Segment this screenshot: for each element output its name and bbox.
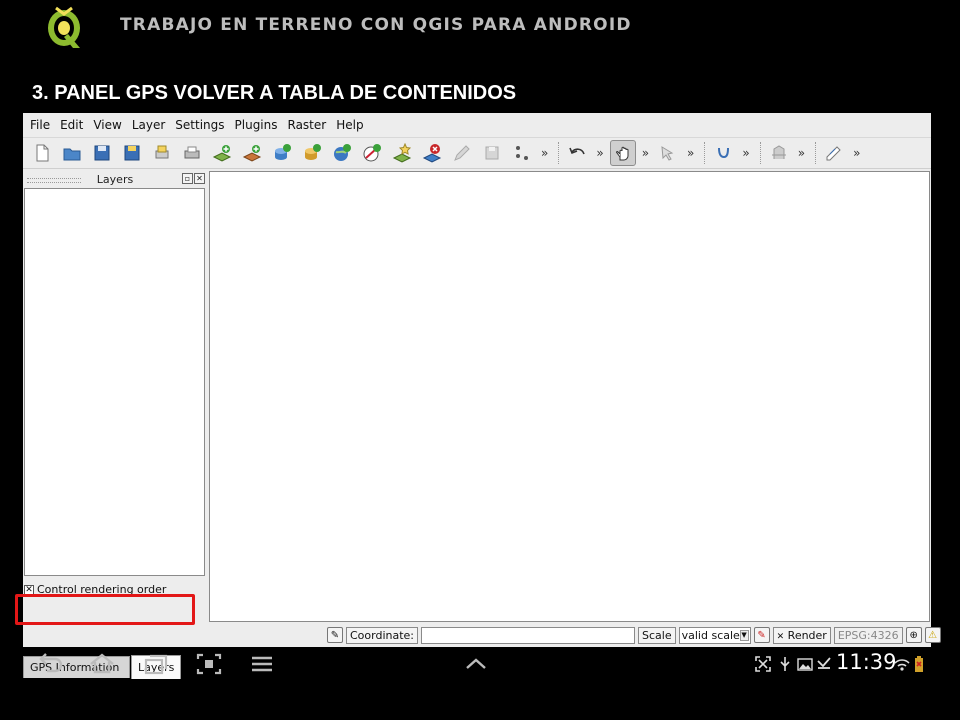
render-checkbox-icon[interactable]: ✕ xyxy=(777,632,785,642)
toolbar-separator xyxy=(704,142,706,164)
warning-icon[interactable]: ⚠ xyxy=(924,627,941,643)
scale-value: valid scale xyxy=(681,628,740,642)
add-postgis-layer-icon[interactable] xyxy=(269,140,295,166)
slide-title: TRABAJO EN TERRENO CON QGIS PARA ANDROID xyxy=(120,15,632,35)
crs-icon[interactable]: ⊕ xyxy=(905,627,922,643)
dock-close-icon[interactable]: ✕ xyxy=(194,173,205,184)
toolbar-more[interactable]: » xyxy=(853,146,860,160)
home-icon[interactable] xyxy=(88,651,116,677)
screenshot-icon[interactable] xyxy=(195,651,223,677)
open-project-icon[interactable] xyxy=(59,140,85,166)
coordinate-toggle-icon[interactable]: ✎ xyxy=(327,627,343,643)
toolbar-more[interactable]: » xyxy=(742,146,749,160)
save-as-icon[interactable] xyxy=(119,140,145,166)
toolbar-more[interactable]: » xyxy=(642,146,649,160)
toolbar-more[interactable]: » xyxy=(596,146,603,160)
back-icon[interactable] xyxy=(37,651,65,677)
menubar: File Edit View Layer Settings Plugins Ra… xyxy=(23,113,931,137)
coordinate-input[interactable] xyxy=(421,626,636,644)
gallery-icon xyxy=(796,655,814,673)
add-wfs-layer-icon[interactable] xyxy=(359,140,385,166)
undo-icon[interactable] xyxy=(564,140,590,166)
toolbar-more[interactable]: » xyxy=(687,146,694,160)
add-spatialite-layer-icon[interactable] xyxy=(299,140,325,166)
menu-edit[interactable]: Edit xyxy=(60,118,83,132)
toolbar-separator xyxy=(759,142,762,164)
chevron-down-icon[interactable]: ▼ xyxy=(739,629,749,641)
main-toolbar: » » » » » » » xyxy=(23,137,931,169)
menu-help[interactable]: Help xyxy=(336,118,363,132)
statusbar: ✎ Coordinate: Scale valid scale ▼ ✎ ✕ Re… xyxy=(23,624,941,646)
toolbar-more[interactable]: » xyxy=(541,146,548,160)
new-project-icon[interactable] xyxy=(29,140,55,166)
python-icon[interactable] xyxy=(710,140,736,166)
menu-plugins[interactable]: Plugins xyxy=(235,118,278,132)
menu-settings[interactable]: Settings xyxy=(175,118,224,132)
coordinate-label: Coordinate: xyxy=(346,626,419,644)
wifi-icon xyxy=(893,655,911,673)
label-icon[interactable] xyxy=(821,140,847,166)
dock-float-icon[interactable]: ▫ xyxy=(182,173,193,184)
android-navbar: 11:39 xyxy=(0,647,960,682)
qgis-window: File Edit View Layer Settings Plugins Ra… xyxy=(23,113,941,679)
battery-icon xyxy=(910,655,928,673)
capture-point-icon[interactable] xyxy=(509,140,535,166)
scale-label: Scale xyxy=(638,626,676,644)
clock: 11:39 xyxy=(836,650,897,674)
map-canvas[interactable] xyxy=(209,171,930,622)
identify-icon[interactable] xyxy=(655,140,681,166)
layers-panel-title: Layers xyxy=(23,171,207,188)
toolbar-more[interactable]: » xyxy=(798,146,805,160)
new-shapefile-icon[interactable] xyxy=(389,140,415,166)
qgis-logo-icon xyxy=(42,4,86,50)
recent-apps-icon[interactable] xyxy=(142,651,170,677)
slide-subtitle: 3. PANEL GPS VOLVER A TABLA DE CONTENIDO… xyxy=(32,82,517,104)
menu-view[interactable]: View xyxy=(93,118,121,132)
add-wms-layer-icon[interactable] xyxy=(329,140,355,166)
highlight-box xyxy=(15,594,195,625)
toggle-editing-icon[interactable] xyxy=(449,140,475,166)
remove-layer-icon[interactable] xyxy=(419,140,445,166)
gps-tools-icon[interactable] xyxy=(766,140,792,166)
save-edits-icon[interactable] xyxy=(479,140,505,166)
print-composer-icon[interactable] xyxy=(149,140,175,166)
menu-raster[interactable]: Raster xyxy=(288,118,327,132)
menu-icon[interactable] xyxy=(248,651,276,677)
render-toggle[interactable]: ✕ Render xyxy=(772,626,831,644)
layers-list[interactable] xyxy=(24,188,205,576)
chevron-up-icon[interactable] xyxy=(462,651,490,677)
scale-select[interactable]: valid scale ▼ xyxy=(678,626,751,644)
toolbar-separator xyxy=(558,142,560,164)
add-vector-layer-icon[interactable] xyxy=(209,140,235,166)
toolbar-separator xyxy=(815,142,817,164)
add-raster-layer-icon[interactable] xyxy=(239,140,265,166)
print-icon[interactable] xyxy=(179,140,205,166)
save-project-icon[interactable] xyxy=(89,140,115,166)
layers-panel: Layers ▫ ✕ ✕ Control rendering order GPS… xyxy=(23,171,207,679)
crs-label[interactable]: EPSG:4326 xyxy=(833,626,903,644)
menu-file[interactable]: File xyxy=(30,118,50,132)
usb-icon xyxy=(776,655,794,673)
menu-layer[interactable]: Layer xyxy=(132,118,165,132)
render-label: Render xyxy=(787,628,827,642)
dock-buttons: ▫ ✕ xyxy=(181,173,205,184)
expand-icon[interactable] xyxy=(754,655,772,673)
stop-render-icon[interactable]: ✎ xyxy=(753,627,770,643)
pan-icon[interactable] xyxy=(609,140,636,166)
download-icon xyxy=(815,655,833,673)
control-rendering-order-checkbox[interactable]: ✕ xyxy=(24,584,34,595)
